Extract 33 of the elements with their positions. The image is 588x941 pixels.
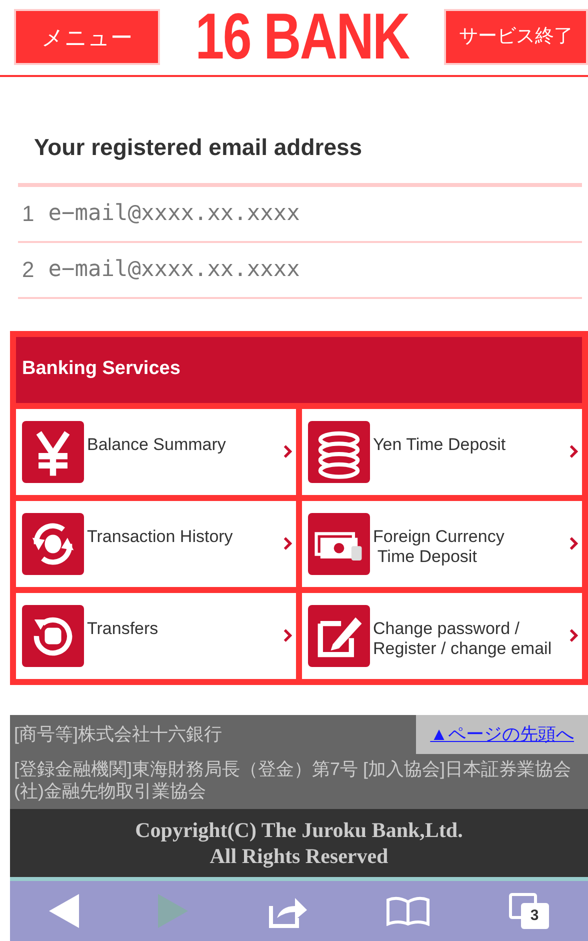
- coin-stack-icon: [308, 420, 370, 482]
- logo: 16 BANK: [195, 4, 409, 70]
- service-item[interactable]: Yen Time Deposit: [302, 408, 582, 494]
- yen-icon: [22, 420, 84, 482]
- chevron-right-icon: [569, 444, 578, 459]
- back-icon[interactable]: [49, 894, 80, 928]
- service-item[interactable]: Balance Summary: [16, 408, 296, 494]
- menu-button[interactable]: メニュー: [14, 9, 160, 66]
- edit-icon: [308, 604, 370, 666]
- service-item[interactable]: Foreign Currency Time Deposit: [302, 500, 582, 586]
- list-number: 2: [22, 256, 34, 284]
- chevron-right-icon: [569, 536, 578, 551]
- email-address: e−mail@xxxx.xx.xxxx: [48, 200, 300, 228]
- chevron-right-icon: [283, 536, 292, 551]
- service-item[interactable]: Transaction History: [16, 500, 296, 586]
- refresh-coin-icon: [22, 604, 84, 666]
- section-title: Banking Services: [21, 357, 180, 382]
- circular-arrows-icon: [22, 512, 84, 574]
- page-top-link[interactable]: ▲ページの先頭へ: [416, 714, 588, 754]
- exit-button[interactable]: サービス終了: [444, 9, 588, 66]
- chevron-right-icon: [283, 628, 292, 643]
- copyright-text: Copyright(C) The Juroku Bank,Ltd. All Rights Reserved: [10, 808, 588, 877]
- registration-text: [登録金融機関]東海財務局長（登金）第7号 [加入協会]日本証券業協会 (社)金融先物取引業協会: [13, 758, 572, 803]
- company-name: [商号等]株式会社十六銀行: [13, 722, 222, 746]
- service-item[interactable]: Transfers: [16, 592, 296, 678]
- list-number: 1: [22, 200, 34, 228]
- chevron-right-icon: [569, 628, 578, 643]
- section-title: Your registered email address: [18, 112, 582, 186]
- book-icon[interactable]: [386, 896, 430, 926]
- chevron-right-icon: [283, 444, 292, 459]
- email-address: e−mail@xxxx.xx.xxxx: [48, 256, 300, 284]
- banknote-icon: [308, 512, 370, 574]
- service-item[interactable]: Change password / Register / change email: [302, 592, 582, 678]
